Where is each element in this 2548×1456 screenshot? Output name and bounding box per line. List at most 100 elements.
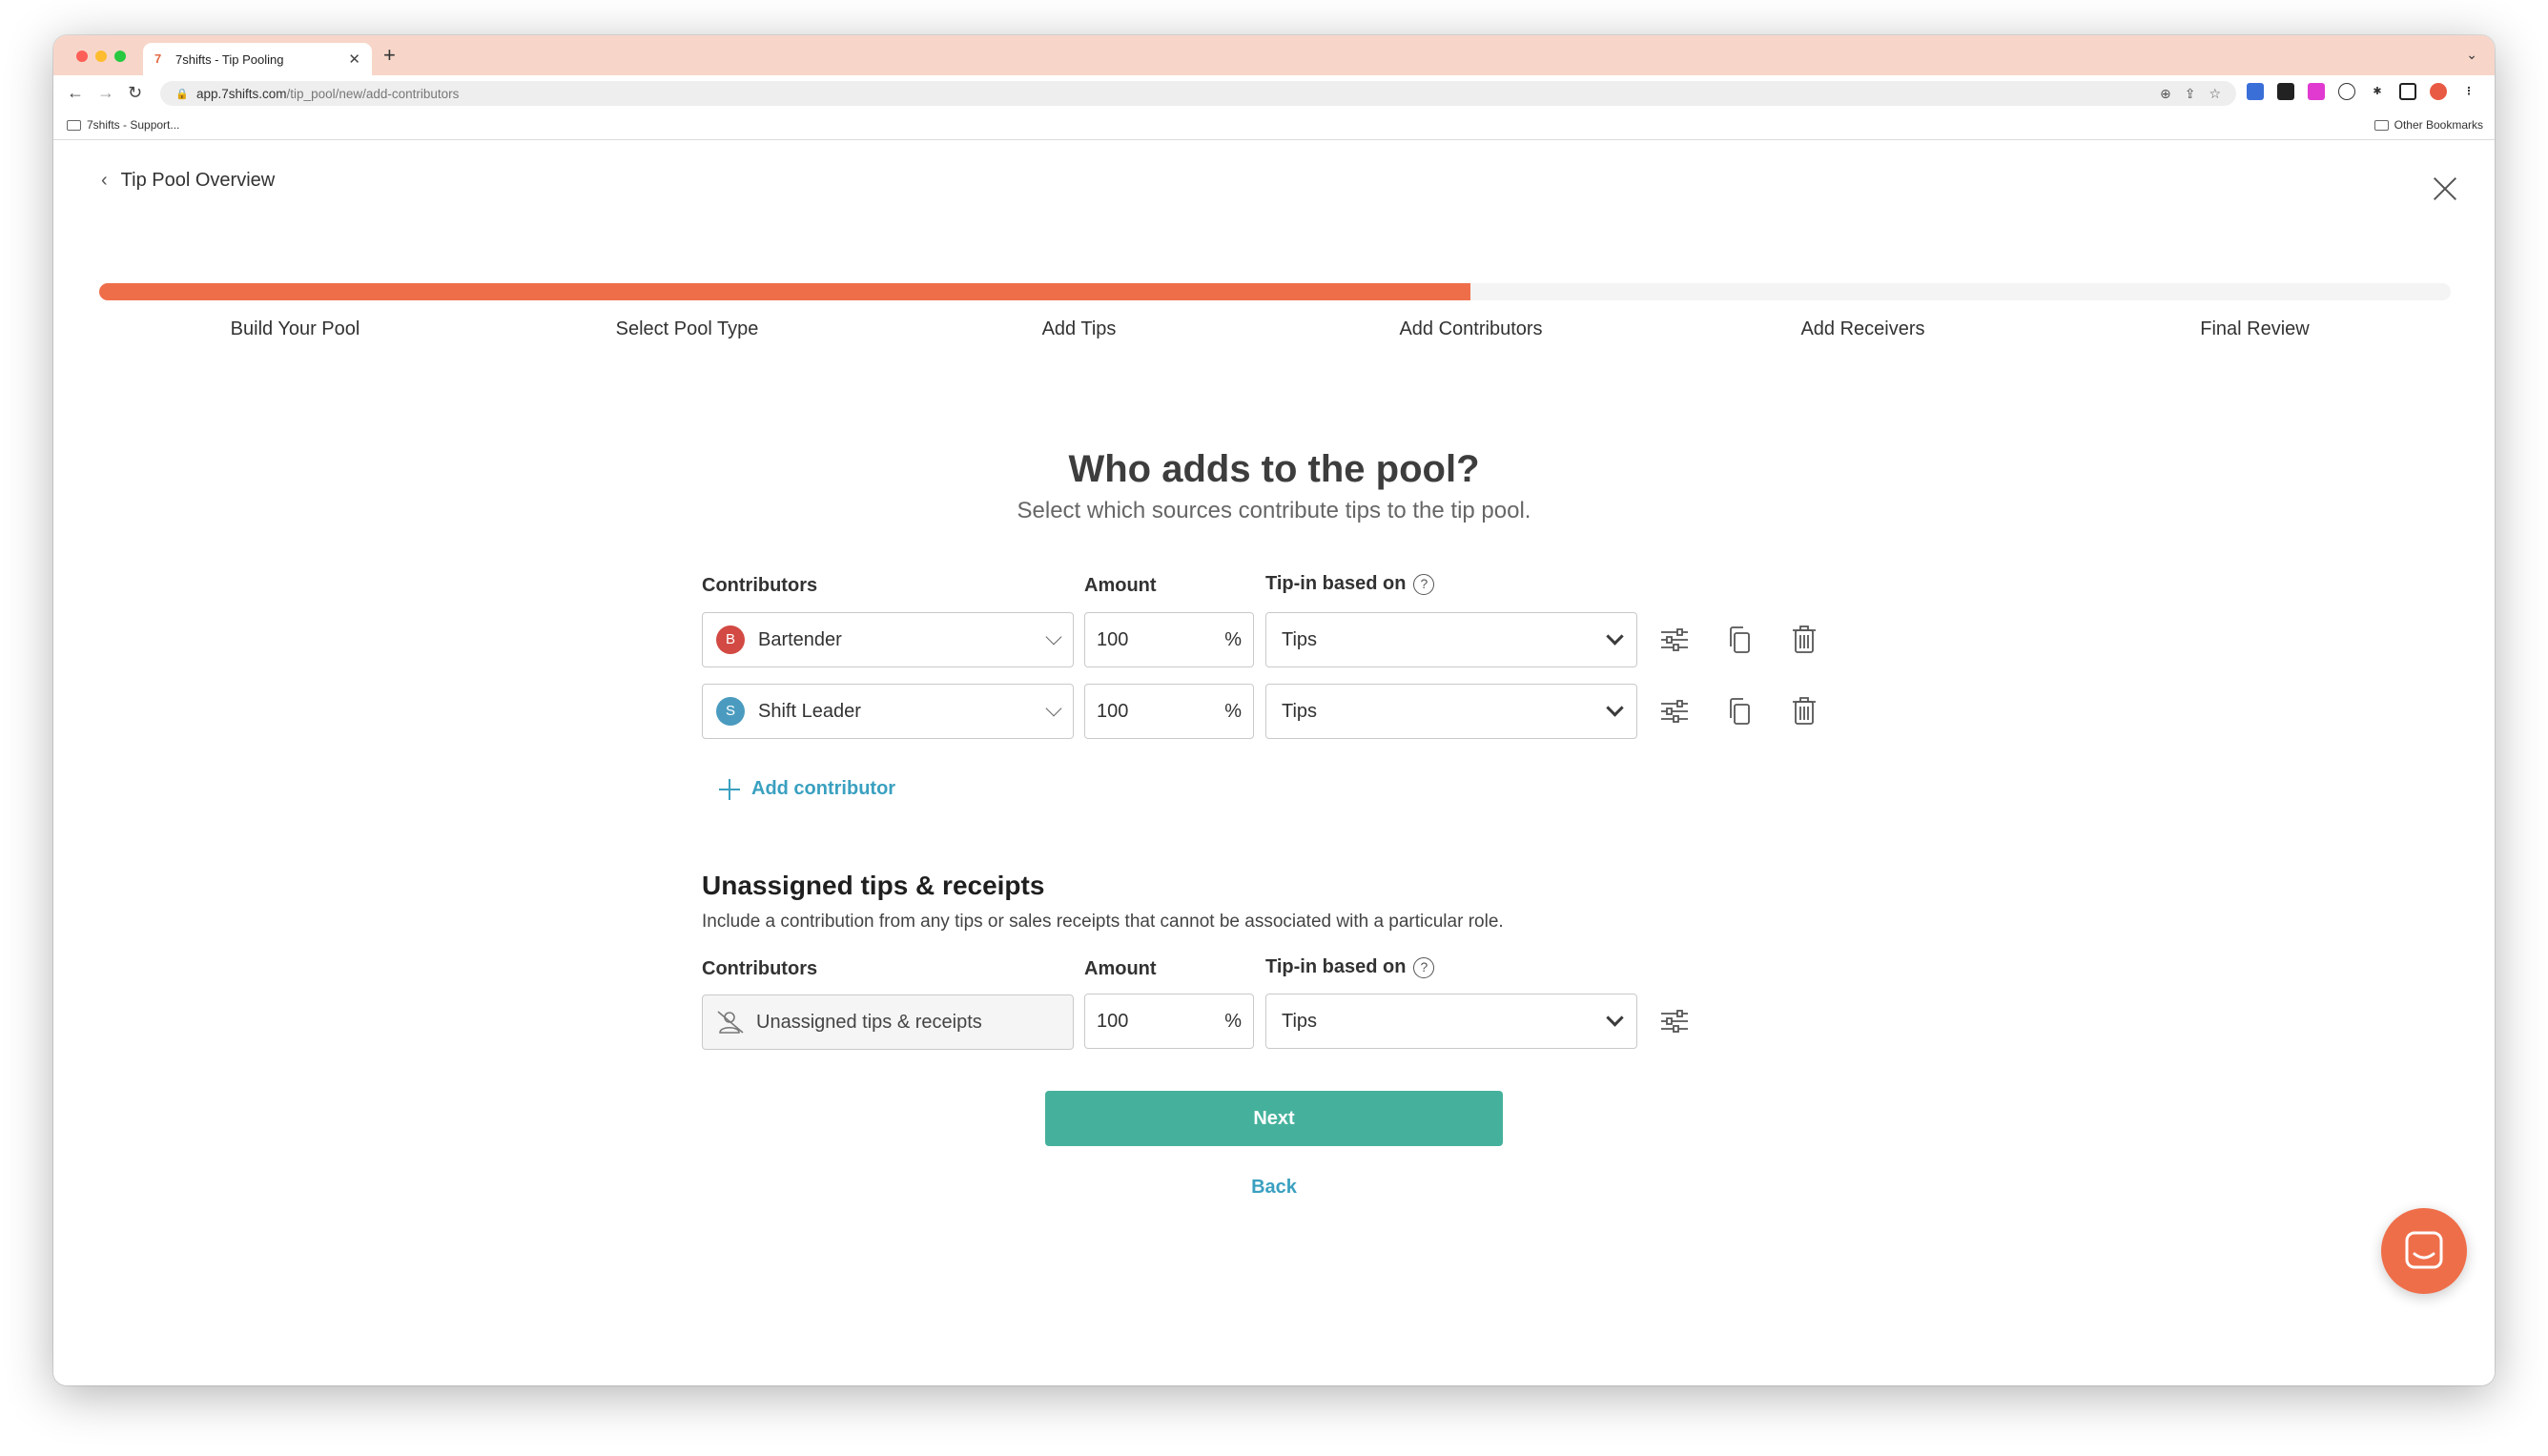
extension-icon[interactable] [2247,83,2264,100]
contributor-role-select[interactable]: S Shift Leader [702,684,1074,739]
help-circle-icon[interactable]: ? [1413,956,1435,978]
chevron-down-icon [1045,700,1062,717]
puzzle-extensions-icon[interactable]: ✱ [2369,83,2386,100]
chevron-down-icon [1606,627,1624,646]
tipin-column-header: Tip-in based on ? [1265,573,1435,595]
percent-unit: % [1224,1010,1242,1032]
tab-search-chevron-icon[interactable]: ⌄ [2466,47,2477,63]
side-panel-icon[interactable] [2399,83,2416,100]
role-name: Shift Leader [758,700,861,722]
browser-tab[interactable]: 7 7shifts - Tip Pooling ✕ [143,43,372,75]
bookmark-other[interactable]: Other Bookmarks [2373,118,2483,132]
browser-menu-icon[interactable]: ⋮ [2460,83,2477,100]
add-contributor-button[interactable]: Add contributor [719,778,895,800]
wizard-progress-bar [99,283,2451,300]
contributor-tipin-select[interactable]: Tips [1265,684,1637,739]
unassigned-section-title: Unassigned tips & receipts [702,871,1045,900]
sliders-settings-icon[interactable] [1659,625,1690,655]
contributor-role-select[interactable]: B Bartender [702,612,1074,667]
wizard-step: Add Tips [1041,318,1117,339]
back-arrow-icon[interactable]: ← [67,83,84,102]
bookmark-label: 7shifts - Support... [87,118,180,132]
percent-unit: % [1224,700,1242,722]
tipin-header-label: Tip-in based on [1265,956,1407,977]
tab-strip: 7 7shifts - Tip Pooling ✕ + ⌄ [53,35,2495,75]
add-contributor-label: Add contributor [751,778,896,799]
contributor-amount-input[interactable]: 100 % [1084,612,1254,667]
contributor-tipin-select[interactable]: Tips [1265,612,1637,667]
page-subtitle: Select which sources contribute tips to … [1017,498,1531,523]
close-icon[interactable] [2432,175,2458,202]
next-button[interactable]: Next [1045,1091,1503,1146]
tab-title: 7shifts - Tip Pooling [175,51,284,67]
back-link-label: Tip Pool Overview [120,170,276,191]
wizard-step: Build Your Pool [230,318,360,339]
url-path: /tip_pool/new/add-contributors [286,86,460,101]
tipin-header-label: Tip-in based on [1265,573,1407,594]
page-title: Who adds to the pool? [1068,448,1480,490]
extension-icon[interactable] [2308,83,2325,100]
chat-icon [2405,1231,2443,1269]
tipin-value: Tips [1282,1010,1318,1032]
percent-unit: % [1224,628,1242,650]
folder-icon [2373,119,2389,131]
role-badge: B [716,625,745,654]
chat-support-button[interactable] [2381,1208,2467,1294]
chevron-left-icon: ‹ [101,170,108,191]
unassigned-contributor-field: Unassigned tips & receipts [702,995,1074,1050]
contributor-amount-input[interactable]: 100 % [1084,684,1254,739]
tip-pool-overview-link[interactable]: ‹ Tip Pool Overview [101,170,275,192]
window-minimize-control[interactable] [95,51,107,62]
unassigned-section-description: Include a contribution from any tips or … [702,912,1504,932]
amount-column-header: Amount [1084,575,1157,596]
forward-arrow-icon[interactable]: → [97,83,114,102]
sliders-settings-icon[interactable] [1659,1006,1690,1036]
wizard-step: Add Receivers [1800,318,1925,339]
new-tab-icon[interactable]: + [383,45,396,66]
bookmark-star-icon[interactable]: ☆ [2209,86,2221,102]
amount-column-header: Amount [1084,958,1157,979]
window-zoom-control[interactable] [114,51,126,62]
tipin-column-header: Tip-in based on ? [1265,956,1435,978]
address-bar[interactable]: 🔒 app.7shifts.com/tip_pool/new/add-contr… [160,81,2236,106]
chevron-down-icon [1606,699,1624,717]
profile-avatar-icon[interactable] [2430,83,2447,100]
url-host: app.7shifts.com [196,86,287,101]
sliders-settings-icon[interactable] [1659,696,1690,727]
trash-icon[interactable] [1789,624,1819,654]
folder-icon [67,119,81,131]
unassigned-amount-input[interactable]: 100 % [1084,994,1254,1049]
zoom-icon[interactable]: ⊕ [2160,86,2171,102]
lock-icon: 🔒 [175,88,189,100]
contributors-column-header: Contributors [702,575,818,596]
trash-icon[interactable] [1789,695,1819,726]
tipin-value: Tips [1282,628,1318,650]
extension-icon[interactable] [2277,83,2294,100]
bookmark-support[interactable]: 7shifts - Support... [67,118,179,132]
contributors-column-header: Contributors [702,958,818,979]
page-content: ‹ Tip Pool Overview Build Your Pool Selec… [53,141,2495,1385]
wizard-steps: Build Your Pool Select Pool Type Add Tips A… [99,318,2451,340]
copy-icon[interactable] [1724,625,1755,655]
help-circle-icon[interactable]: ? [1413,573,1435,595]
amount-value: 100 [1097,1010,1129,1032]
reload-icon[interactable]: ↻ [128,83,142,102]
unassigned-person-icon [717,1011,744,1034]
copy-icon[interactable] [1724,696,1755,727]
back-button[interactable]: Back [1179,1177,1369,1199]
unassigned-tipin-select[interactable]: Tips [1265,994,1637,1049]
chevron-down-icon [1606,1009,1624,1027]
browser-window: 7 7shifts - Tip Pooling ✕ + ⌄ ← → ↻ 🔒 ap… [53,35,2495,1385]
amount-value: 100 [1097,628,1129,650]
tab-close-icon[interactable]: ✕ [348,51,360,68]
tipin-value: Tips [1282,700,1318,722]
extension-icon[interactable] [2338,83,2355,100]
wizard-progress-fill [99,283,1470,300]
role-badge: S [716,697,745,726]
role-name: Bartender [758,628,842,650]
bookmark-label: Other Bookmarks [2394,118,2483,132]
wizard-step: Select Pool Type [615,318,759,339]
plus-icon [719,778,740,800]
window-close-control[interactable] [76,51,88,62]
share-icon[interactable]: ⇪ [2185,86,2196,102]
